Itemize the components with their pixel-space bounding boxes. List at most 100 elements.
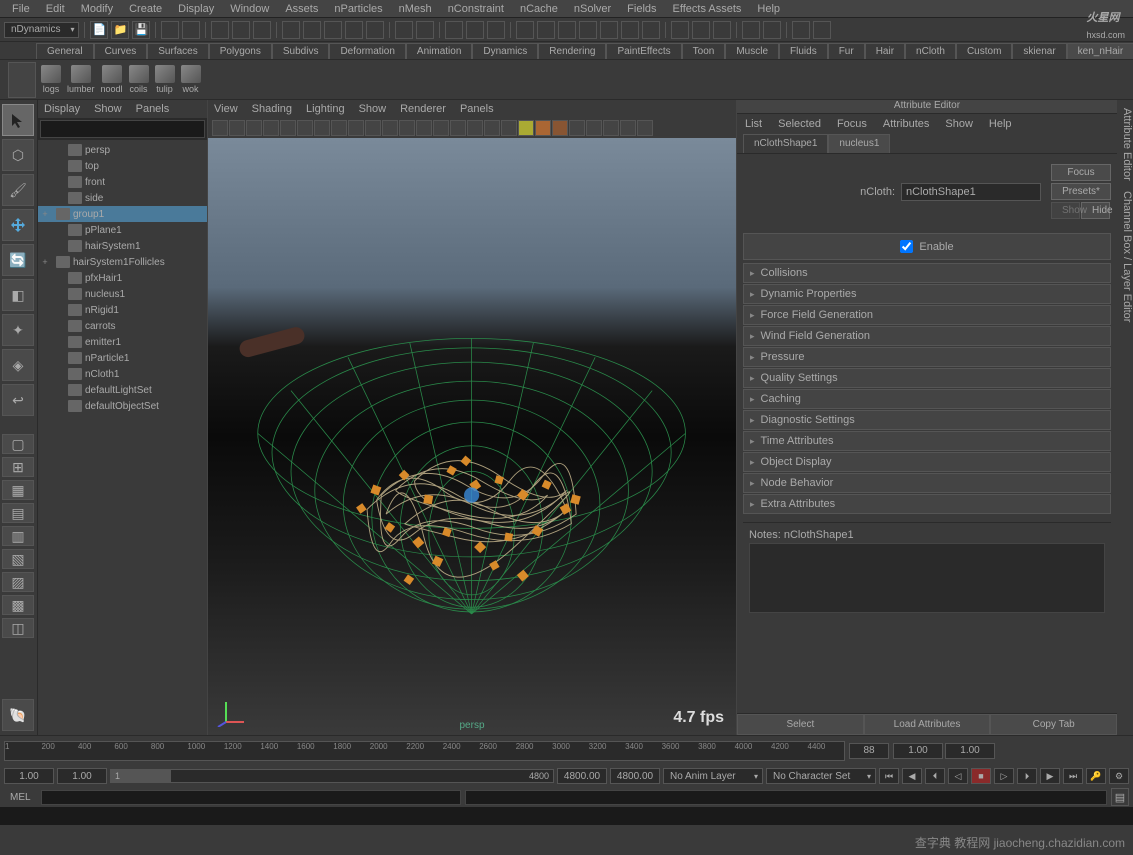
vp-tool-11[interactable]	[382, 120, 398, 136]
menu-assets[interactable]: Assets	[277, 3, 326, 15]
outliner-search[interactable]	[40, 120, 205, 138]
menu-nconstraint[interactable]: nConstraint	[440, 3, 512, 15]
shelftab-deformation[interactable]: Deformation	[329, 43, 405, 59]
outliner-item-front[interactable]: front	[38, 174, 207, 190]
menu-display[interactable]: Display	[170, 3, 222, 15]
enable-checkbox[interactable]	[900, 240, 913, 253]
attr-section-wind-field-generation[interactable]: Wind Field Generation	[743, 326, 1111, 346]
shelftab-subdivs[interactable]: Subdivs	[272, 43, 330, 59]
vp-menu-show[interactable]: Show	[359, 103, 387, 115]
paint-tool[interactable]: 🖌	[2, 174, 34, 206]
vp-menu-lighting[interactable]: Lighting	[306, 103, 345, 115]
step-back-button[interactable]: ◀	[902, 768, 922, 784]
attr-section-time-attributes[interactable]: Time Attributes	[743, 431, 1111, 451]
outliner-item-nucleus1[interactable]: nucleus1	[38, 286, 207, 302]
layout-custom3[interactable]: ▧	[2, 549, 34, 569]
range-start-outer[interactable]	[4, 768, 54, 784]
notes-textarea[interactable]	[749, 543, 1105, 613]
misc5-icon[interactable]	[600, 21, 618, 39]
shelftab-ncloth[interactable]: nCloth	[905, 43, 956, 59]
select-obj-icon[interactable]	[232, 21, 250, 39]
vp-tool-10[interactable]	[365, 120, 381, 136]
shelf-item-tulip[interactable]: tulip	[154, 64, 176, 95]
menu-file[interactable]: File	[4, 3, 38, 15]
range-start-inner[interactable]	[57, 768, 107, 784]
history-icon[interactable]	[395, 21, 413, 39]
vp-tool-4[interactable]	[263, 120, 279, 136]
vp-tool-1[interactable]	[212, 120, 228, 136]
node-name-input[interactable]	[901, 183, 1041, 201]
side-field-2[interactable]	[945, 743, 995, 759]
show-button[interactable]: Show	[1051, 202, 1080, 219]
select-button[interactable]: Select	[737, 714, 864, 735]
outliner-item-top[interactable]: top	[38, 158, 207, 174]
last-tool[interactable]: ↩	[2, 384, 34, 416]
shelf-menu-icon[interactable]	[8, 62, 36, 98]
vp-tool-26[interactable]	[637, 120, 653, 136]
script-editor-icon[interactable]: ▤	[1111, 788, 1129, 806]
quick-layout-icon[interactable]: 🐚	[2, 699, 34, 731]
layout-custom6[interactable]: ◫	[2, 618, 34, 638]
shelftab-fluids[interactable]: Fluids	[779, 43, 828, 59]
misc7-icon[interactable]	[642, 21, 660, 39]
shelf-item-noodl[interactable]: noodl	[100, 64, 124, 95]
shelftab-muscle[interactable]: Muscle	[725, 43, 779, 59]
attr-tab-nucleus1[interactable]: nucleus1	[828, 134, 890, 153]
vp-tool-16[interactable]	[467, 120, 483, 136]
snap-live-icon[interactable]	[366, 21, 384, 39]
menu-nparticles[interactable]: nParticles	[326, 3, 390, 15]
vp-menu-panels[interactable]: Panels	[460, 103, 494, 115]
select-hier-icon[interactable]	[211, 21, 229, 39]
outliner-item-nCloth1[interactable]: nCloth1	[38, 366, 207, 382]
shelf-item-coils[interactable]: coils	[128, 64, 150, 95]
vp-tool-25[interactable]	[620, 120, 636, 136]
attr-menu-help[interactable]: Help	[989, 118, 1012, 130]
shelf-item-wok[interactable]: wok	[180, 64, 202, 95]
misc9-icon[interactable]	[692, 21, 710, 39]
attr-section-quality-settings[interactable]: Quality Settings	[743, 368, 1111, 388]
layout-four[interactable]: ⊞	[2, 457, 34, 477]
outliner-item-side[interactable]: side	[38, 190, 207, 206]
layout-single[interactable]: ▢	[2, 434, 34, 454]
vp-tool-20[interactable]	[535, 120, 551, 136]
shelftab-surfaces[interactable]: Surfaces	[147, 43, 208, 59]
attr-menu-focus[interactable]: Focus	[837, 118, 867, 130]
open-scene-icon[interactable]: 📁	[111, 21, 129, 39]
menu-edit[interactable]: Edit	[38, 3, 73, 15]
range-end-outer[interactable]	[610, 768, 660, 784]
misc13-icon[interactable]	[792, 21, 810, 39]
attr-menu-list[interactable]: List	[745, 118, 762, 130]
outliner-item-pfxHair1[interactable]: pfxHair1	[38, 270, 207, 286]
misc12-icon[interactable]	[763, 21, 781, 39]
vp-tool-5[interactable]	[280, 120, 296, 136]
outliner-item-hairSystem1[interactable]: hairSystem1	[38, 238, 207, 254]
misc6-icon[interactable]	[621, 21, 639, 39]
vp-tool-21[interactable]	[552, 120, 568, 136]
snap-plane-icon[interactable]	[345, 21, 363, 39]
menu-help[interactable]: Help	[749, 3, 788, 15]
render-settings-icon[interactable]	[487, 21, 505, 39]
prefs-button[interactable]: ⚙	[1109, 768, 1129, 784]
vp-tool-22[interactable]	[569, 120, 585, 136]
attr-tab-nclothshape1[interactable]: nClothShape1	[743, 134, 828, 153]
outliner-menu-display[interactable]: Display	[44, 103, 80, 115]
shelftab-kennhair[interactable]: ken_nHair	[1067, 43, 1133, 59]
menu-nmesh[interactable]: nMesh	[391, 3, 440, 15]
outliner-item-defaultObjectSet[interactable]: defaultObjectSet	[38, 398, 207, 414]
outliner-item-emitter1[interactable]: emitter1	[38, 334, 207, 350]
vp-tool-2[interactable]	[229, 120, 245, 136]
cmdline-input[interactable]	[41, 790, 461, 805]
select-comp-icon[interactable]	[253, 21, 271, 39]
outliner-item-pPlane1[interactable]: pPlane1	[38, 222, 207, 238]
lasso-tool[interactable]: ⬡	[2, 139, 34, 171]
vp-tool-18[interactable]	[501, 120, 517, 136]
vp-tool-14[interactable]	[433, 120, 449, 136]
outliner-item-carrots[interactable]: carrots	[38, 318, 207, 334]
new-scene-icon[interactable]: 📄	[90, 21, 108, 39]
snap-curve-icon[interactable]	[303, 21, 321, 39]
vp-tool-9[interactable]	[348, 120, 364, 136]
menu-nsolver[interactable]: nSolver	[566, 3, 619, 15]
misc8-icon[interactable]	[671, 21, 689, 39]
anim-layer-dropdown[interactable]: No Anim Layer	[663, 768, 763, 784]
scale-tool[interactable]: ◧	[2, 279, 34, 311]
